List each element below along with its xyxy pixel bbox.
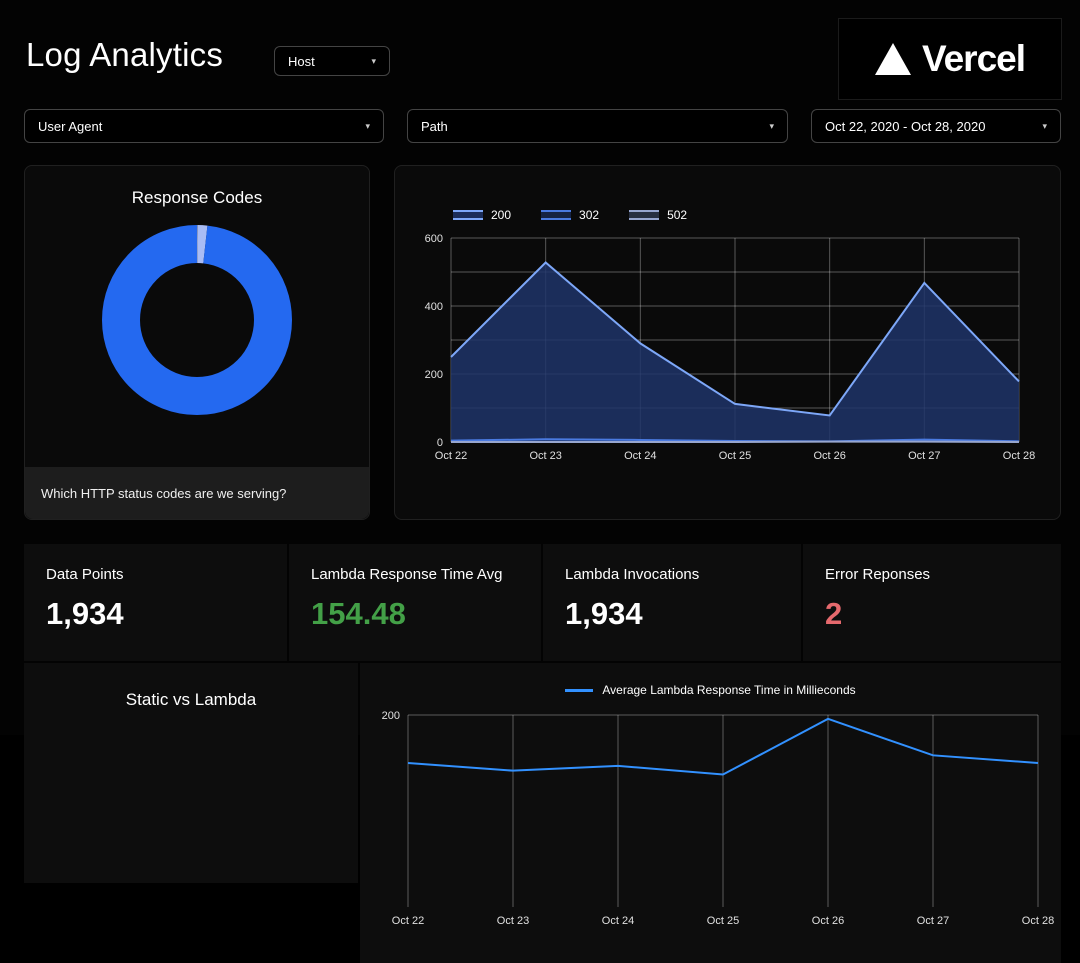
- stat-value: 1,934: [46, 596, 287, 632]
- stat-label: Error Reponses: [825, 566, 1061, 583]
- svg-text:Oct 24: Oct 24: [602, 915, 634, 927]
- response-codes-question: Which HTTP status codes are we serving?: [41, 486, 286, 501]
- svg-text:600: 600: [425, 233, 443, 245]
- user-agent-dropdown[interactable]: User Agent ▾: [24, 109, 384, 143]
- chevron-down-icon: ▾: [371, 56, 376, 67]
- svg-text:Oct 26: Oct 26: [812, 915, 844, 927]
- legend-line-icon: [565, 689, 593, 692]
- stat-lambda-response-time-avg: Lambda Response Time Avg 154.48: [289, 544, 541, 661]
- stat-value: 2: [825, 596, 1061, 632]
- response-codes-card: Response Codes Which HTTP status codes a…: [24, 165, 370, 520]
- svg-text:Oct 28: Oct 28: [1022, 915, 1054, 927]
- path-dropdown[interactable]: Path ▾: [407, 109, 788, 143]
- timeline-legend: 200 302 502: [453, 208, 1060, 222]
- svg-text:Oct 24: Oct 24: [624, 450, 656, 462]
- stat-value: 154.48: [311, 596, 541, 632]
- stat-label: Lambda Response Time Avg: [311, 566, 541, 583]
- chevron-down-icon: ▾: [365, 121, 370, 132]
- stat-error-responses: Error Reponses 2: [803, 544, 1061, 661]
- legend-swatch-200: [453, 210, 483, 220]
- legend-item-200[interactable]: 200: [453, 208, 511, 222]
- svg-text:200: 200: [425, 369, 443, 381]
- svg-text:Oct 22: Oct 22: [435, 450, 467, 462]
- svg-text:400: 400: [425, 301, 443, 313]
- host-dropdown-label: Host: [288, 54, 315, 69]
- chevron-down-icon: ▾: [769, 121, 774, 132]
- vercel-logo-text: Vercel: [922, 38, 1025, 80]
- lambda-response-time-card: Average Lambda Response Time in Millieco…: [360, 663, 1061, 963]
- response-codes-footer: Which HTTP status codes are we serving?: [25, 467, 369, 519]
- stats-row: Data Points 1,934 Lambda Response Time A…: [24, 544, 1061, 661]
- log-analytics-dashboard: Log Analytics Host ▾ Vercel User Agent ▾…: [0, 0, 1080, 735]
- svg-text:Oct 28: Oct 28: [1003, 450, 1035, 462]
- filter-bar: User Agent ▾ Path ▾ Oct 22, 2020 - Oct 2…: [24, 109, 1061, 143]
- lambda-response-time-line-chart: 200 Oct 22 Oct 23 Oct 24 Oct 25 Oct 26 Oct 27 O…: [366, 703, 1056, 933]
- svg-text:Oct 25: Oct 25: [707, 915, 739, 927]
- svg-text:Oct 26: Oct 26: [813, 450, 845, 462]
- path-dropdown-label: Path: [421, 119, 448, 134]
- legend-swatch-302: [541, 210, 571, 220]
- legend-swatch-502: [629, 210, 659, 220]
- vercel-triangle-icon: [875, 43, 911, 75]
- status-codes-line-chart: 0 200 400 600 Oct 22 Oct 23 Oct 24 Oct 25 Oct 26…: [405, 224, 1045, 474]
- response-codes-donut-wrap: [25, 220, 369, 420]
- response-codes-title: Response Codes: [25, 188, 369, 208]
- svg-text:Oct 22: Oct 22: [392, 915, 424, 927]
- date-range-dropdown[interactable]: Oct 22, 2020 - Oct 28, 2020 ▾: [811, 109, 1061, 143]
- svg-text:200: 200: [382, 710, 400, 722]
- svg-text:Oct 27: Oct 27: [908, 450, 940, 462]
- legend-label-200: 200: [491, 208, 511, 222]
- legend-label-502: 502: [667, 208, 687, 222]
- vercel-logo: Vercel: [838, 18, 1062, 100]
- lambda-chart-legend[interactable]: Average Lambda Response Time in Millieco…: [360, 683, 1061, 697]
- lambda-legend-label: Average Lambda Response Time in Millieco…: [602, 683, 855, 697]
- response-codes-donut-chart: [97, 220, 297, 420]
- date-range-label: Oct 22, 2020 - Oct 28, 2020: [825, 119, 985, 134]
- legend-item-302[interactable]: 302: [541, 208, 599, 222]
- static-vs-lambda-title: Static vs Lambda: [24, 690, 358, 710]
- page-title: Log Analytics: [26, 36, 223, 74]
- legend-item-502[interactable]: 502: [629, 208, 687, 222]
- stat-label: Lambda Invocations: [565, 566, 801, 583]
- svg-text:Oct 23: Oct 23: [529, 450, 561, 462]
- stat-label: Data Points: [46, 566, 287, 583]
- legend-label-302: 302: [579, 208, 599, 222]
- svg-text:Oct 23: Oct 23: [497, 915, 529, 927]
- user-agent-dropdown-label: User Agent: [38, 119, 102, 134]
- stat-lambda-invocations: Lambda Invocations 1,934: [543, 544, 801, 661]
- svg-text:0: 0: [437, 437, 443, 449]
- stat-data-points: Data Points 1,934: [24, 544, 287, 661]
- stat-value: 1,934: [565, 596, 801, 632]
- status-codes-timeline-card: 200 302 502 0 200 400 600 Oct 22 Oct 23 Oct 24…: [394, 165, 1061, 520]
- svg-text:Oct 27: Oct 27: [917, 915, 949, 927]
- chevron-down-icon: ▾: [1042, 121, 1047, 132]
- host-dropdown[interactable]: Host ▾: [274, 46, 390, 76]
- static-vs-lambda-card: Static vs Lambda: [24, 663, 358, 883]
- svg-text:Oct 25: Oct 25: [719, 450, 751, 462]
